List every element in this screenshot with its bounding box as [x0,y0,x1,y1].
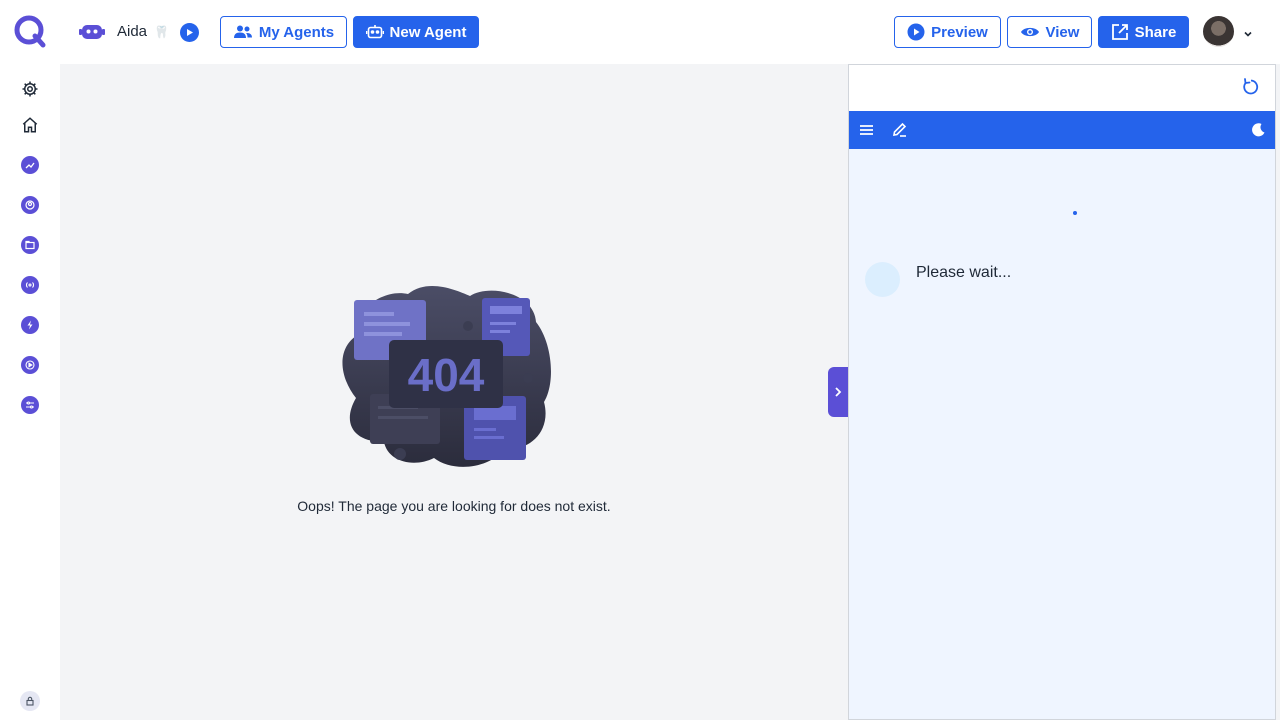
app-logo[interactable] [13,14,47,48]
user-avatar[interactable] [1203,16,1234,47]
bot-avatar [865,262,900,297]
robot-add-icon [365,25,384,39]
my-agents-label: My Agents [258,23,335,41]
settings-sliders-icon[interactable] [21,396,39,414]
play-agent-button[interactable] [180,23,199,42]
gear-icon[interactable] [20,79,40,99]
view-button[interactable]: View [1007,16,1092,48]
chat-header-bar [849,111,1275,149]
play-circle-icon [907,23,925,41]
chat-preview-panel: Please wait... [848,64,1276,720]
share-button[interactable]: Share [1098,16,1189,48]
robot-icon [79,23,105,41]
view-label: View [1045,23,1080,41]
eye-icon [1020,27,1039,37]
error-code: 404 [408,349,485,401]
preview-label: Preview [931,23,988,41]
panel-toolbar [849,65,1275,111]
chevron-right-icon [835,387,842,397]
new-agent-button[interactable]: New Agent [353,16,479,48]
not-found-illustration: 404 [338,282,554,470]
loading-indicator [1073,211,1077,215]
my-agents-button[interactable]: My Agents [220,16,347,48]
play-icon[interactable] [21,356,39,374]
users-icon [233,25,252,38]
top-header: Aida 🦷 My Agents New Agent Preview View … [60,0,1280,64]
preview-button[interactable]: Preview [894,16,1001,48]
lock-icon[interactable] [20,691,40,711]
agent-name: Aida [117,23,148,40]
folder-icon[interactable] [21,236,39,254]
user-icon[interactable] [21,196,39,214]
analytics-icon[interactable] [21,156,39,174]
agent-emoji: 🦷 [154,25,169,39]
edit-icon[interactable] [891,121,909,139]
collapse-panel-button[interactable] [828,367,848,417]
new-agent-label: New Agent [389,23,467,41]
refresh-icon[interactable] [1241,77,1261,97]
error-message: Oops! The page you are looking for does … [297,498,611,514]
dark-mode-icon[interactable] [1249,121,1267,139]
external-link-icon [1111,24,1128,40]
menu-icon[interactable] [858,121,876,139]
home-icon[interactable] [20,115,40,135]
bolt-icon[interactable] [21,316,39,334]
chevron-down-icon[interactable] [1242,25,1254,37]
share-label: Share [1134,23,1177,41]
sidebar [0,0,60,720]
chat-status-text: Please wait... [916,264,1012,281]
broadcast-icon[interactable] [21,276,39,294]
